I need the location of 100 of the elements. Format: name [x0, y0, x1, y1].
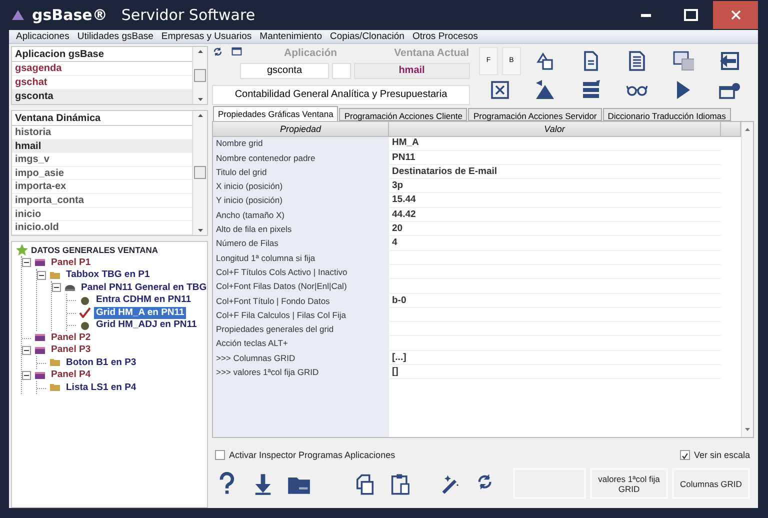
list-item[interactable]: imgs_v — [12, 153, 192, 167]
tree-item[interactable]: Tabbox TBG en P1 — [64, 269, 152, 281]
scroll-down-icon[interactable] — [198, 98, 202, 101]
tree-item[interactable]: Panel P4 — [49, 369, 93, 381]
collapse-icon[interactable] — [22, 370, 31, 380]
folder-icon — [49, 357, 61, 368]
folder-icon — [49, 270, 61, 280]
table-cell-text: Longitud 1ª columna si fija — [215, 252, 316, 265]
scroll-thumb[interactable] — [194, 166, 206, 180]
table-cell[interactable]: 3p — [389, 179, 721, 194]
table-cell[interactable]: 44.42 — [389, 208, 721, 222]
tree-item[interactable]: Panel PN11 General en TBG — [79, 282, 209, 294]
dome-icon — [64, 282, 76, 293]
tree-item[interactable]: Lista LS1 en P4 — [64, 382, 138, 394]
pyramid-icon[interactable] — [534, 78, 556, 100]
collapse-icon[interactable] — [52, 283, 61, 292]
collapse-icon[interactable] — [22, 258, 31, 267]
tree-item[interactable]: Grid HM_A en PN11 — [94, 306, 186, 318]
text-document-icon[interactable] — [626, 50, 648, 72]
star-icon — [16, 244, 28, 256]
field-label: Ventana Actual — [394, 47, 469, 59]
close-box-icon[interactable] — [489, 78, 511, 100]
table-cell-text: Col+F Títulos Cols Activo | Inactivo — [215, 266, 348, 279]
table-cell[interactable]: 15.44 — [389, 193, 721, 208]
dot-icon — [79, 320, 91, 330]
list-item[interactable]: gsagenda — [12, 62, 192, 76]
list-item[interactable]: importa_conta — [12, 194, 192, 208]
tree-item[interactable]: Grid HM_ADJ en PN11 — [94, 319, 199, 331]
table-cell-text: Nombre contenedor padre — [215, 152, 316, 165]
menu-item[interactable]: Copias/Clonación — [326, 31, 408, 42]
table-cell[interactable]: Destinatarios de E-mail — [389, 164, 721, 180]
tree-item[interactable]: Panel P3 — [49, 344, 93, 356]
table-cell[interactable]: [] — [389, 365, 721, 380]
table-cell-text: Ancho (tamaño X) — [215, 208, 286, 222]
tab[interactable]: Propiedades Gráficas Ventana — [213, 106, 338, 121]
description-field[interactable]: Contabilidad General Analítica y Presupuestaria — [212, 85, 470, 105]
panel-icon — [34, 257, 46, 268]
collapse-icon[interactable] — [22, 346, 31, 354]
input-field[interactable]: hmail — [354, 63, 470, 79]
tab[interactable]: Programación Acciones Cliente — [339, 108, 468, 121]
close-button[interactable] — [713, 1, 758, 29]
table-cell[interactable]: PN11 — [389, 150, 721, 165]
action-button[interactable]: valores 1ªcol fija GRID — [590, 468, 668, 499]
list-header: Ventana Dinámica — [12, 111, 192, 126]
scroll-up-icon[interactable] — [198, 114, 202, 117]
checkbox-label: Ver sin escala — [694, 450, 750, 460]
window-title: gsBase® — [32, 6, 108, 24]
close-icon — [730, 10, 740, 20]
list-item[interactable]: impo_asie — [12, 166, 192, 180]
menu-item[interactable]: Otros Procesos — [408, 31, 482, 42]
panel-icon — [34, 370, 46, 380]
list-item[interactable]: gsconta — [12, 90, 192, 104]
menu-item[interactable]: Mantenimiento — [256, 31, 326, 42]
input-field[interactable] — [332, 63, 350, 79]
input-field[interactable]: gsconta — [240, 63, 330, 79]
panel-icon — [34, 344, 46, 356]
tree-item[interactable]: Boton B1 en P3 — [64, 356, 138, 368]
table-cell-text: Col+F Fila Calculos | Filas Col Fija — [215, 308, 347, 322]
table-cell-text: Alto de fila en pixels — [215, 223, 293, 236]
table-cell[interactable]: HM_A — [389, 136, 721, 151]
table-cell-text: >>> Columnas GRID — [215, 352, 296, 365]
table-cell-text: Propiedades generales del grid — [215, 323, 335, 336]
tree-item[interactable]: Panel P2 — [49, 332, 93, 344]
table-cell-text: Acción teclas ALT+ — [215, 337, 289, 350]
list-item[interactable]: importa-ex — [12, 180, 192, 194]
table-cell[interactable]: [...] — [389, 350, 721, 366]
table-cell[interactable]: b-0 — [389, 294, 721, 308]
collapse-icon[interactable] — [37, 270, 46, 280]
table-cell-text: Nombre grid — [215, 137, 264, 150]
list-item[interactable]: hmail — [12, 140, 192, 154]
tab[interactable]: Diccionario Traducción Idiomas — [602, 108, 731, 121]
checkbox[interactable] — [680, 450, 690, 460]
scroll-down-icon[interactable] — [745, 428, 750, 431]
list-item[interactable]: inicio — [12, 208, 192, 222]
column-header: Propiedad — [213, 122, 389, 137]
tree-item[interactable]: Panel P1 — [49, 256, 93, 268]
app-logo-icon — [12, 10, 24, 20]
list-header: Aplicacion gsBase — [12, 47, 192, 62]
return-icon[interactable] — [718, 50, 740, 72]
list-item[interactable]: inicio.old — [12, 221, 192, 235]
menu-item[interactable]: Empresas y Usuarios — [157, 31, 256, 42]
check-icon — [680, 451, 689, 461]
windows-icon[interactable] — [672, 50, 694, 72]
scroll-up-icon[interactable] — [745, 128, 750, 131]
checkbox-label: Activar Inspector Programas Aplicaciones — [229, 450, 396, 460]
server-icon[interactable] — [580, 78, 602, 100]
action-button[interactable]: Columnas GRID — [672, 468, 750, 499]
table-cell-text: Titulo del grid — [215, 166, 268, 179]
tree-item[interactable]: Entra CDHM en PN11 — [94, 294, 194, 306]
menu-item[interactable]: Utilidades gsBase — [73, 31, 158, 42]
table-cell[interactable]: 20 — [389, 222, 721, 236]
checkbox[interactable] — [215, 450, 225, 460]
window-subtitle: Servidor Software — [121, 6, 256, 24]
menu-item[interactable]: Aplicaciones — [12, 31, 74, 42]
scroll-down-icon[interactable] — [198, 228, 202, 232]
tab[interactable]: Programación Acciones Servidor — [468, 108, 602, 121]
table-cell-text: Número de Filas — [215, 237, 280, 250]
table-cell[interactable]: 4 — [389, 236, 721, 251]
scroll-thumb[interactable] — [194, 69, 206, 82]
scroll-up-icon[interactable] — [198, 50, 202, 53]
